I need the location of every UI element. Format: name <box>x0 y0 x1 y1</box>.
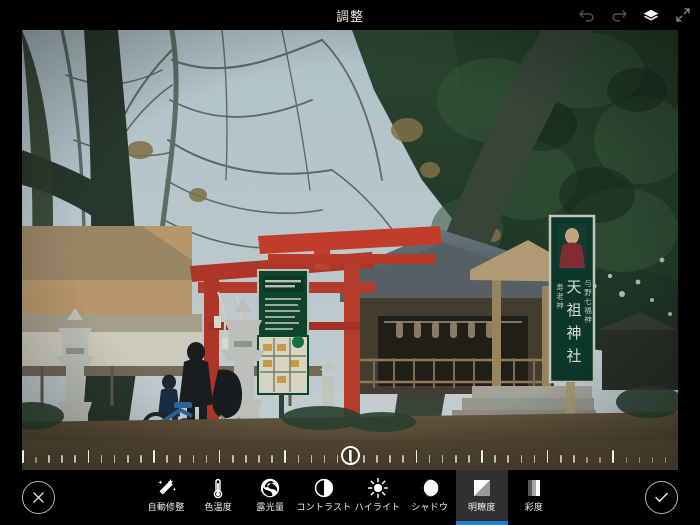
slider-tick <box>454 455 457 463</box>
photo-editor-app: 調整 自動修整 色温度 露光量 コントラスト ハイライト シャドウ 明瞭度 彩度 <box>0 0 700 525</box>
slider-tick <box>271 455 273 463</box>
sun-icon <box>367 475 389 500</box>
slider-tick <box>310 455 313 463</box>
slider-tick <box>559 455 562 463</box>
slider-tick <box>363 455 365 463</box>
slider-tick <box>481 450 483 463</box>
slider-tick <box>284 450 286 463</box>
slider-tick <box>323 455 326 463</box>
tool-label: 露光量 <box>256 502 285 512</box>
undo-icon[interactable] <box>578 6 596 24</box>
tool-temp[interactable]: 色温度 <box>192 470 244 525</box>
slider-tick <box>376 455 378 463</box>
magic-wand-icon <box>155 475 177 500</box>
tool-clarity[interactable]: 明瞭度 <box>455 470 508 525</box>
slider-tick <box>22 450 24 463</box>
moon-icon <box>419 475 441 500</box>
tool-label: シャドウ <box>411 502 449 512</box>
slider-tick <box>651 457 654 463</box>
slider-tick <box>245 455 247 463</box>
slider-handle[interactable] <box>340 446 360 465</box>
edited-photo: 天 祖 神 社 与 野 七 福 神 寿 老 神 <box>22 30 678 470</box>
slider-tick <box>402 455 405 463</box>
tool-label: 色温度 <box>204 502 233 512</box>
slider-tick <box>126 455 129 463</box>
tool-contrast[interactable]: コントラスト <box>296 470 351 525</box>
slider-tick <box>546 450 549 463</box>
close-icon <box>31 490 46 505</box>
slider-tick <box>612 450 614 463</box>
slider-tick <box>35 457 37 463</box>
tool-highlight[interactable]: ハイライト <box>351 470 403 525</box>
slider-tick <box>389 455 391 463</box>
check-icon <box>653 490 670 505</box>
slider-tick <box>218 450 221 463</box>
slider-tick <box>100 455 103 463</box>
slider-tick <box>625 457 628 463</box>
slider-tick <box>599 457 601 463</box>
slider-tick <box>205 455 208 463</box>
tool-selected-indicator <box>455 521 508 525</box>
cancel-button[interactable] <box>22 481 55 514</box>
slider-tick <box>507 455 510 463</box>
clarity-icon <box>471 475 493 500</box>
layers-icon[interactable] <box>642 6 660 24</box>
slider-tick <box>153 450 155 463</box>
slider-tick <box>113 455 116 463</box>
slider-tick <box>61 455 63 463</box>
photo-canvas[interactable]: 天 祖 神 社 与 野 七 福 神 寿 老 神 <box>22 30 678 470</box>
tool-auto[interactable]: 自動修整 <box>140 470 192 525</box>
slider-tick <box>441 455 444 463</box>
slider-tick <box>573 455 575 463</box>
tool-exposure[interactable]: 露光量 <box>244 470 296 525</box>
redo-icon[interactable] <box>610 6 628 24</box>
saturation-icon <box>523 475 545 500</box>
slider-tick <box>74 455 77 463</box>
slider-tick <box>179 455 182 463</box>
contrast-icon <box>313 475 335 500</box>
slider-tick <box>297 455 300 463</box>
confirm-button[interactable] <box>645 481 678 514</box>
adjustment-slider[interactable] <box>22 440 678 470</box>
slider-tick <box>428 455 431 463</box>
top-bar-actions <box>578 0 692 30</box>
slider-tick <box>664 457 667 463</box>
tool-label: 明瞭度 <box>468 502 496 512</box>
slider-tick <box>87 450 90 463</box>
tool-label: コントラスト <box>296 502 352 512</box>
top-bar: 調整 <box>0 0 700 30</box>
slider-tick <box>415 450 418 463</box>
slider-tick <box>231 455 234 463</box>
slider-tick <box>48 455 50 463</box>
tool-label: ハイライト <box>354 502 401 512</box>
slider-tick <box>638 457 641 463</box>
aperture-icon <box>259 475 281 500</box>
tool-saturation[interactable]: 彩度 <box>508 470 560 525</box>
slider-tick <box>533 455 536 463</box>
slider-tick <box>520 455 523 463</box>
slider-tick <box>468 455 470 463</box>
adjustment-tool-list: 自動修整 色温度 露光量 コントラスト ハイライト シャドウ 明瞭度 彩度 <box>140 470 560 525</box>
slider-tick <box>140 455 142 463</box>
slider-tick <box>336 455 339 463</box>
slider-tick <box>166 455 168 463</box>
expand-icon[interactable] <box>674 6 692 24</box>
thermometer-icon <box>207 475 229 500</box>
tool-label: 自動修整 <box>147 502 185 512</box>
tool-label: 彩度 <box>524 502 544 512</box>
bottom-toolbar: 自動修整 色温度 露光量 コントラスト ハイライト シャドウ 明瞭度 彩度 <box>0 470 700 525</box>
slider-tick <box>258 455 260 463</box>
slider-tick <box>192 455 195 463</box>
slider-tick <box>586 457 588 463</box>
tool-shadow[interactable]: シャドウ <box>404 470 456 525</box>
slider-tick <box>494 455 496 463</box>
